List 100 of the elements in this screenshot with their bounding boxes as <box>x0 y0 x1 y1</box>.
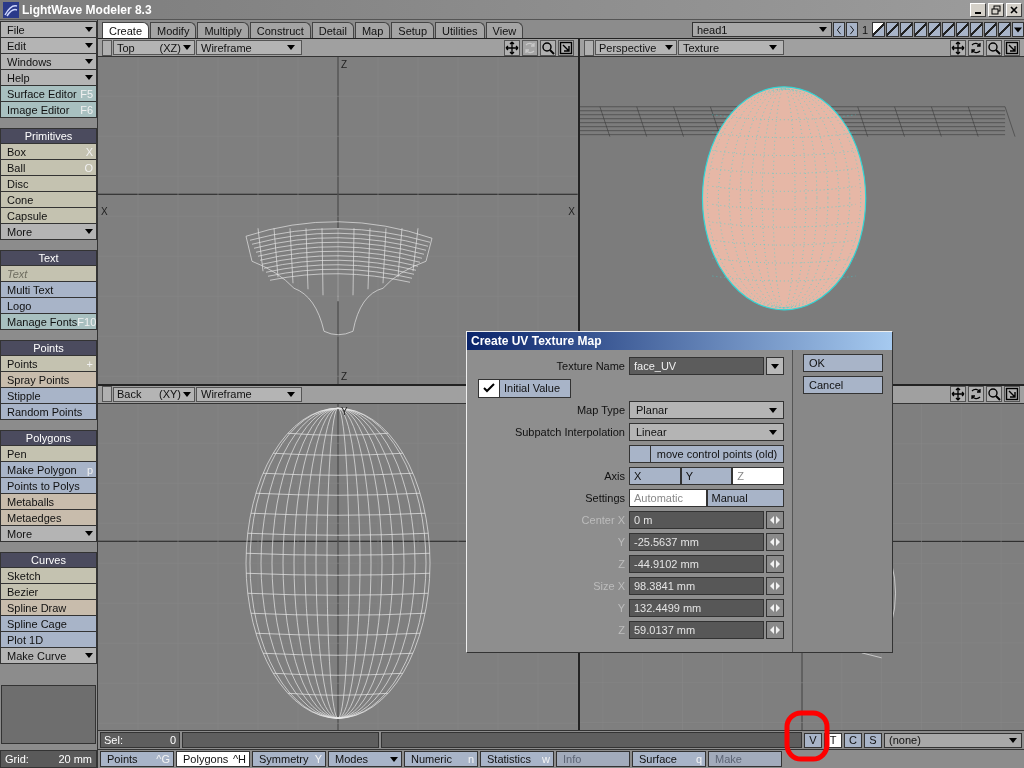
tool-button[interactable]: Plot 1D <box>1 632 96 647</box>
render-mode-dropdown[interactable]: Texture <box>678 40 784 55</box>
select-dropdown[interactable]: Planar <box>629 401 784 419</box>
tool-button[interactable]: Random Points <box>1 404 96 419</box>
tool-button[interactable]: Surface Editor F5 <box>1 86 96 101</box>
tab[interactable]: Map <box>354 22 391 38</box>
toolbar-button[interactable]: Statistics w <box>480 751 554 767</box>
toolbar-button[interactable]: Surface q <box>632 751 706 767</box>
layer-button[interactable] <box>984 22 997 37</box>
move-icon[interactable] <box>950 386 966 402</box>
segment-option[interactable]: Automatic <box>629 489 707 507</box>
tool-button[interactable]: Logo <box>1 298 96 313</box>
layer-button[interactable] <box>970 22 983 37</box>
close-button[interactable] <box>1006 2 1022 17</box>
tool-button[interactable]: Manage FontsF10 <box>1 314 96 329</box>
mode-button[interactable]: C <box>844 732 862 748</box>
tool-button[interactable]: Points + <box>1 356 96 371</box>
tab[interactable]: Create <box>102 22 150 38</box>
viewport-handle[interactable] <box>102 39 112 56</box>
tool-button[interactable]: Capsule <box>1 208 96 223</box>
view-dropdown[interactable]: Perspective <box>595 40 677 55</box>
layer-button[interactable] <box>928 22 941 37</box>
checkbox-button[interactable]: move control points (old) <box>629 445 784 463</box>
layer-button[interactable] <box>956 22 969 37</box>
spinner-button[interactable] <box>766 621 784 639</box>
tool-button[interactable]: Make Polygon p <box>1 462 96 477</box>
tool-button[interactable]: Metaballs <box>1 494 96 509</box>
menu-dropdown[interactable]: Help <box>1 70 96 85</box>
minimize-button[interactable] <box>970 2 986 17</box>
menu-dropdown[interactable]: File <box>1 22 96 37</box>
tool-button[interactable]: Disc <box>1 176 96 191</box>
toolbar-button[interactable]: Points ^G <box>100 751 174 767</box>
maximize-icon[interactable] <box>558 39 574 56</box>
segment-option[interactable]: Y <box>680 467 733 485</box>
view-dropdown[interactable]: Back (XY) <box>113 386 195 402</box>
dialog-button[interactable]: Cancel <box>803 376 883 394</box>
segment-option[interactable]: Z <box>732 467 784 485</box>
tool-button[interactable]: Sketch <box>1 568 96 583</box>
select-dropdown[interactable]: Linear <box>629 423 784 441</box>
object-dropdown[interactable]: head1 <box>691 22 832 37</box>
tool-button[interactable]: Multi Text <box>1 282 96 297</box>
mode-button[interactable]: V <box>804 732 822 748</box>
dropdown-button[interactable] <box>766 357 784 375</box>
menu-dropdown[interactable]: Make Curve <box>1 648 96 663</box>
layer-button[interactable] <box>942 22 955 37</box>
segment-option[interactable]: X <box>629 467 681 485</box>
rotate-icon[interactable] <box>968 39 984 56</box>
tool-button[interactable]: Spray Points <box>1 372 96 387</box>
texture-name-input[interactable]: face_UV <box>629 357 764 375</box>
tool-button[interactable]: Metaedges <box>1 510 96 525</box>
tool-button[interactable]: Pen <box>1 446 96 461</box>
tool-button[interactable]: Ball O <box>1 160 96 175</box>
segment-option[interactable]: Manual <box>706 489 784 507</box>
restore-button[interactable] <box>988 2 1004 17</box>
toolbar-button[interactable]: Polygons ^H <box>176 751 250 767</box>
render-mode-dropdown[interactable]: Wireframe <box>196 40 302 55</box>
maximize-icon[interactable] <box>1004 39 1020 56</box>
viewport-handle[interactable] <box>102 386 112 402</box>
spinner-button[interactable] <box>766 533 784 551</box>
menu-dropdown[interactable]: More <box>1 224 96 239</box>
view-dropdown[interactable]: Top (XZ) <box>113 40 195 55</box>
viewport-handle[interactable] <box>584 39 594 56</box>
spinner-button[interactable] <box>766 577 784 595</box>
mode-button[interactable]: S <box>864 732 882 748</box>
move-icon[interactable] <box>504 39 520 56</box>
move-icon[interactable] <box>950 39 966 56</box>
spinner-button[interactable] <box>766 599 784 617</box>
checkbox-button[interactable]: Initial Value <box>478 378 572 398</box>
tool-button[interactable]: Stipple <box>1 388 96 403</box>
tool-button[interactable]: Image Editor F6 <box>1 102 96 117</box>
tool-button[interactable]: Spline Cage <box>1 616 96 631</box>
layer-button[interactable] <box>914 22 927 37</box>
toolbar-button[interactable]: Symmetry Y <box>252 751 326 767</box>
tab[interactable]: Multiply <box>197 22 249 38</box>
zoom-icon[interactable] <box>540 39 556 56</box>
tab[interactable]: Setup <box>391 22 435 38</box>
menu-dropdown[interactable]: Edit <box>1 38 96 53</box>
tab[interactable]: Modify <box>150 22 197 38</box>
maximize-icon[interactable] <box>1004 386 1020 402</box>
toolbar-dropdown[interactable]: Modes <box>328 751 402 767</box>
toolbar-button[interactable]: Numeric n <box>404 751 478 767</box>
tool-button[interactable]: Bezier <box>1 584 96 599</box>
surface-dropdown[interactable]: (none) <box>884 732 1022 748</box>
layer-button[interactable] <box>998 22 1011 37</box>
tab[interactable]: Construct <box>249 22 311 38</box>
rotate-icon[interactable] <box>968 386 984 402</box>
spinner-button[interactable] <box>766 511 784 529</box>
menu-dropdown[interactable]: More <box>1 526 96 541</box>
tool-button[interactable]: Spline Draw <box>1 600 96 615</box>
tool-button[interactable]: Points to Polys <box>1 478 96 493</box>
tab[interactable]: View <box>485 22 524 38</box>
render-mode-dropdown[interactable]: Wireframe <box>196 386 302 402</box>
tool-button[interactable]: Cone <box>1 192 96 207</box>
layer-button[interactable] <box>886 22 899 37</box>
tab[interactable]: Utilities <box>435 22 485 38</box>
layer-button[interactable] <box>872 22 885 37</box>
zoom-icon[interactable] <box>986 386 1002 402</box>
spinner-button[interactable] <box>766 555 784 573</box>
menu-dropdown[interactable]: Windows <box>1 54 96 69</box>
tool-button[interactable]: Box X <box>1 144 96 159</box>
